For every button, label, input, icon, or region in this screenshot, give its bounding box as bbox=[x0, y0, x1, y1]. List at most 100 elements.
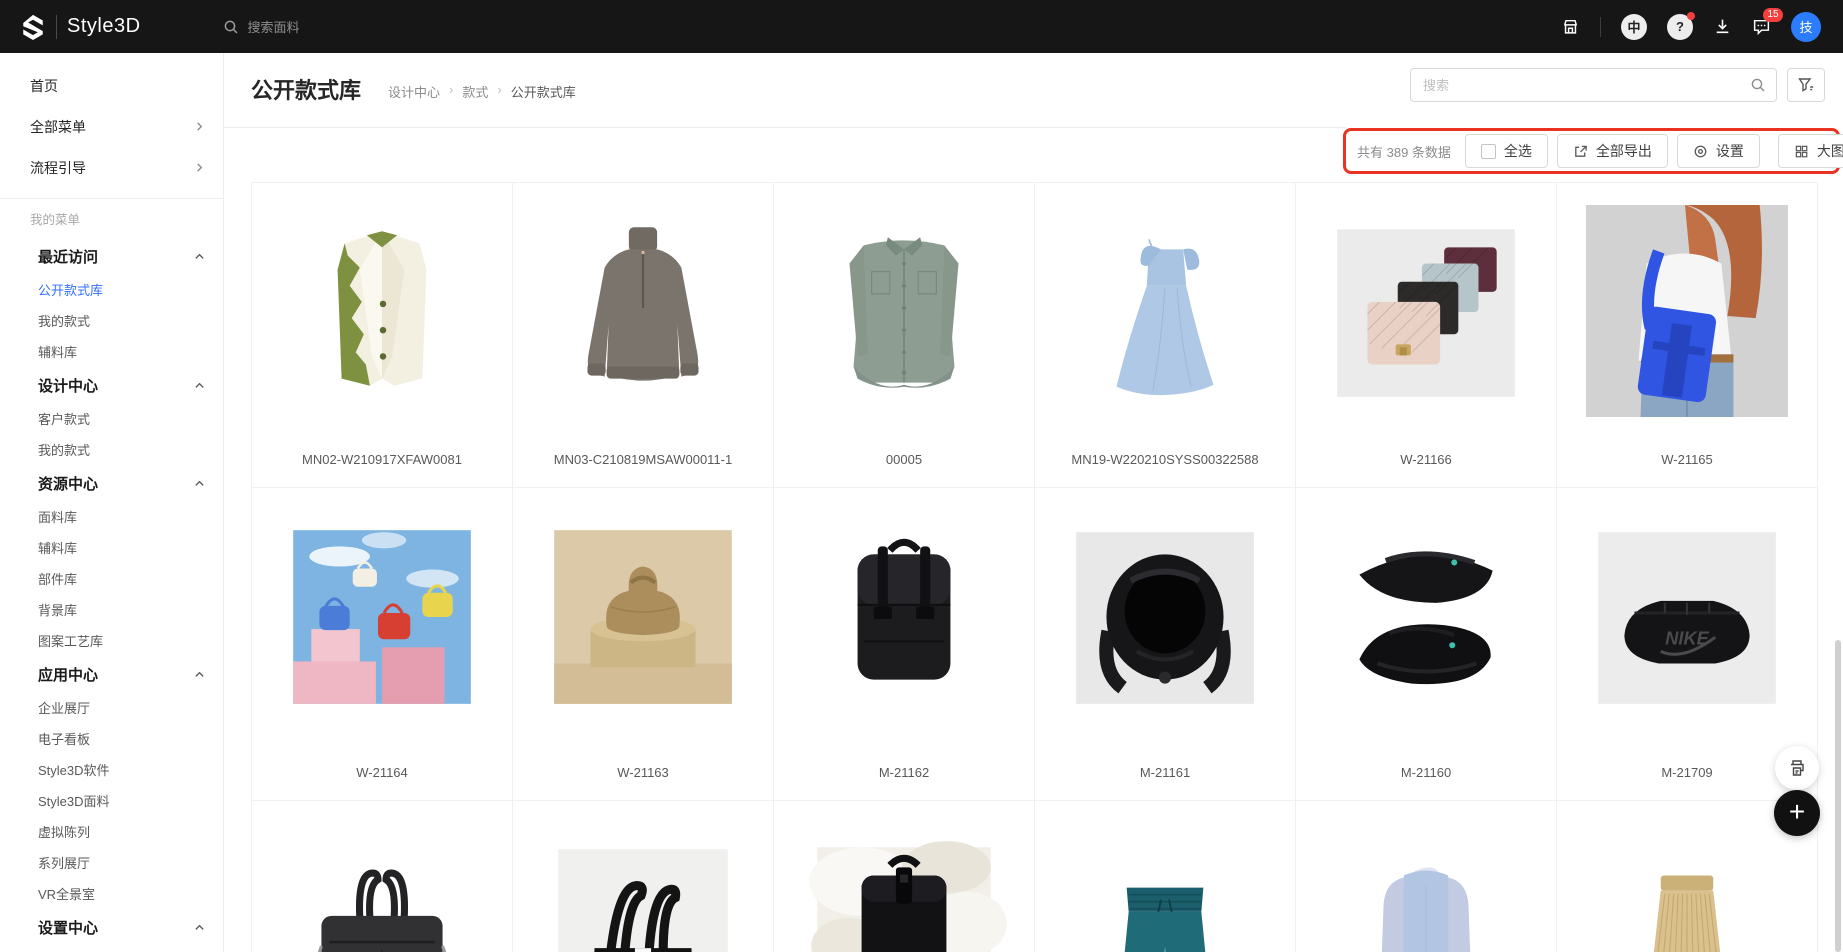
filter-button[interactable] bbox=[1787, 68, 1825, 102]
search-icon[interactable] bbox=[1750, 77, 1766, 93]
style-card[interactable] bbox=[252, 801, 513, 952]
sidebar-item[interactable]: 我的款式 bbox=[0, 305, 223, 336]
print-fab-button[interactable] bbox=[1775, 746, 1819, 790]
topbar-search-placeholder: 搜索面料 bbox=[248, 17, 300, 36]
sidebar-item[interactable]: 我的款式 bbox=[0, 434, 223, 465]
app-window: Style3D 搜索面料 中 ? bbox=[0, 0, 1843, 952]
style-card[interactable]: W-21163 bbox=[513, 488, 774, 801]
storefront-icon bbox=[1561, 17, 1580, 36]
breadcrumb-item[interactable]: 款式 bbox=[462, 82, 488, 101]
help-button[interactable]: ? bbox=[1667, 14, 1693, 40]
style-card[interactable]: M-21162 bbox=[774, 488, 1035, 801]
sidebar-item[interactable]: 首页 bbox=[0, 65, 223, 106]
export-all-button[interactable]: 全部导出 bbox=[1557, 134, 1668, 168]
style-card[interactable]: W-21165 bbox=[1557, 183, 1818, 488]
breadcrumb-item-current: 公开款式库 bbox=[511, 82, 576, 101]
download-button[interactable] bbox=[1713, 17, 1732, 36]
style-card[interactable]: MN19-W220210SYSS00322588 bbox=[1035, 183, 1296, 488]
chevron-up-icon bbox=[194, 669, 205, 680]
style-id: MN02-W210917XFAW0081 bbox=[252, 452, 512, 467]
topbar-divider bbox=[1600, 17, 1601, 37]
topbar-fabric-search[interactable]: 搜索面料 bbox=[223, 17, 300, 36]
sidebar-item[interactable]: 图案工艺库 bbox=[0, 625, 223, 656]
language-icon: 中 bbox=[1621, 14, 1647, 40]
sidebar-item[interactable]: 企业展厅 bbox=[0, 692, 223, 723]
style-card[interactable]: M-21160 bbox=[1296, 488, 1557, 801]
style-thumbnail bbox=[1062, 205, 1268, 417]
style-card[interactable]: W-21164 bbox=[252, 488, 513, 801]
sidebar-group-header[interactable]: 资源中心 bbox=[0, 465, 223, 501]
logo-text: Style3D bbox=[67, 15, 141, 38]
chevron-up-icon bbox=[194, 478, 205, 489]
style-thumbnail bbox=[540, 510, 746, 722]
style-card[interactable]: 00005 bbox=[774, 183, 1035, 488]
sidebar-item[interactable]: Style3D软件 bbox=[0, 754, 223, 785]
sidebar-item[interactable]: 系列展厅 bbox=[0, 847, 223, 878]
sidebar-item[interactable]: 部件库 bbox=[0, 563, 223, 594]
app-logo[interactable]: Style3D bbox=[0, 14, 141, 40]
sidebar-item[interactable]: 虚拟陈列 bbox=[0, 816, 223, 847]
messages-button[interactable]: 15 bbox=[1752, 17, 1771, 36]
add-fab-button[interactable]: + bbox=[1774, 790, 1820, 836]
style-id: W-21165 bbox=[1557, 452, 1817, 467]
style-thumbnail bbox=[801, 205, 1007, 417]
style-thumbnail bbox=[801, 823, 1007, 952]
settings-button[interactable]: 设置 bbox=[1677, 134, 1760, 168]
results-count: 共有 389 条数据 bbox=[1357, 142, 1451, 161]
sidebar-item[interactable]: 流程引导 bbox=[0, 147, 223, 188]
style-thumbnail bbox=[279, 823, 485, 952]
style-card[interactable] bbox=[513, 801, 774, 952]
sidebar-item[interactable]: 辅料库 bbox=[0, 336, 223, 367]
sidebar-item[interactable]: 客户款式 bbox=[0, 403, 223, 434]
view-mode-dropdown[interactable]: 大图 bbox=[1778, 134, 1843, 168]
sidebar-group-header[interactable]: 最近访问 bbox=[0, 238, 223, 274]
main-scrollbar[interactable] bbox=[1835, 640, 1841, 952]
sidebar-group-header[interactable]: 设置中心 bbox=[0, 909, 223, 945]
chevron-up-icon bbox=[194, 922, 205, 933]
style-card[interactable]: M-21161 bbox=[1035, 488, 1296, 801]
style-thumbnail bbox=[1584, 205, 1790, 417]
plus-icon: + bbox=[1789, 798, 1805, 826]
breadcrumb: 设计中心 › 款式 › 公开款式库 bbox=[388, 82, 576, 101]
style-card[interactable] bbox=[1296, 801, 1557, 952]
sidebar-group-header[interactable]: 应用中心 bbox=[0, 656, 223, 692]
select-all-button[interactable]: 全选 bbox=[1465, 134, 1548, 168]
style-card[interactable] bbox=[774, 801, 1035, 952]
style-id: W-21163 bbox=[513, 765, 773, 780]
select-all-checkbox[interactable] bbox=[1481, 144, 1496, 159]
sidebar-item[interactable]: 辅料库 bbox=[0, 532, 223, 563]
sidebar-item[interactable]: 企业信息 bbox=[0, 945, 223, 952]
avatar-label: 技 bbox=[1799, 17, 1812, 36]
style-search-box bbox=[1410, 68, 1777, 102]
style-id: W-21166 bbox=[1296, 452, 1556, 467]
style-card[interactable]: W-21166 bbox=[1296, 183, 1557, 488]
settings-icon bbox=[1693, 144, 1708, 159]
toolbar-divider-line bbox=[224, 127, 1346, 128]
sidebar-top-items: 首页全部菜单流程引导 bbox=[0, 65, 223, 188]
style-card[interactable]: MN02-W210917XFAW0081 bbox=[252, 183, 513, 488]
sidebar-item[interactable]: 全部菜单 bbox=[0, 106, 223, 147]
sidebar-item[interactable]: VR全景室 bbox=[0, 878, 223, 909]
style-id: MN19-W220210SYSS00322588 bbox=[1035, 452, 1295, 467]
sidebar-item[interactable]: 面料库 bbox=[0, 501, 223, 532]
style-card[interactable]: MN03-C210819MSAW00011-1 bbox=[513, 183, 774, 488]
style-id: M-21160 bbox=[1296, 765, 1556, 780]
store-button[interactable] bbox=[1561, 17, 1580, 36]
filter-funnel-icon bbox=[1797, 76, 1815, 94]
main-content: 公开款式库 设计中心 › 款式 › 公开款式库 共有 bbox=[224, 53, 1843, 952]
style-id: M-21161 bbox=[1035, 765, 1295, 780]
style-search-input[interactable] bbox=[1423, 78, 1750, 93]
breadcrumb-item[interactable]: 设计中心 bbox=[388, 82, 440, 101]
user-avatar[interactable]: 技 bbox=[1791, 12, 1821, 42]
sidebar-item[interactable]: 公开款式库 bbox=[0, 274, 223, 305]
topbar-actions: 中 ? 15 技 bbox=[1561, 12, 1843, 42]
style-card[interactable]: SUMMER bbox=[1035, 801, 1296, 952]
style-id: W-21164 bbox=[252, 765, 512, 780]
sidebar-item[interactable]: Style3D面料 bbox=[0, 785, 223, 816]
sidebar-item[interactable]: 背景库 bbox=[0, 594, 223, 625]
sidebar-group-header[interactable]: 设计中心 bbox=[0, 367, 223, 403]
sidebar-item[interactable]: 电子看板 bbox=[0, 723, 223, 754]
language-button[interactable]: 中 bbox=[1621, 14, 1647, 40]
grid-view-icon bbox=[1794, 144, 1809, 159]
annotation-highlight-box: 共有 389 条数据 全选 全部导出 设置 bbox=[1343, 128, 1840, 174]
